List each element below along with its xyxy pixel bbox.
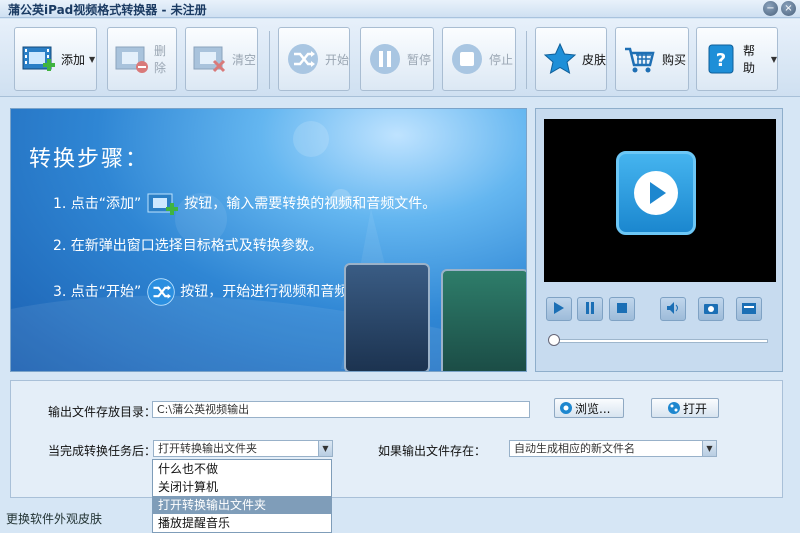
pause-icon	[584, 301, 596, 318]
start-label: 开始	[325, 52, 350, 67]
file-exists-label: 如果输出文件存在：	[378, 444, 487, 458]
buy-button[interactable]: 购买	[615, 27, 689, 91]
delete-button[interactable]: 删除	[107, 27, 177, 91]
delete-label: 删除	[154, 44, 167, 75]
film-remove-icon	[114, 41, 150, 77]
shuffle-icon	[146, 277, 176, 307]
toolbar-separator	[269, 31, 270, 89]
browse-label: 浏览...	[575, 401, 611, 416]
seek-slider-handle[interactable]	[548, 334, 560, 346]
pause-icon	[367, 41, 403, 77]
file-exists-select[interactable]: 自动生成相应的新文件名 ▼	[509, 440, 717, 457]
video-preview-panel	[535, 108, 783, 372]
shuffle-icon	[285, 41, 321, 77]
start-button[interactable]: 开始	[278, 27, 350, 91]
after-task-select[interactable]: 打开转换输出文件夹 ▼	[153, 440, 333, 457]
status-bar: 更换软件外观皮肤	[0, 506, 800, 533]
tablet-image	[441, 269, 526, 371]
clear-button[interactable]: 清空	[185, 27, 258, 91]
pause-button[interactable]: 暂停	[360, 27, 434, 91]
clear-label: 清空	[232, 52, 257, 67]
after-task-label: 当完成转换任务后：	[48, 444, 157, 458]
file-exists-value: 自动生成相应的新文件名	[514, 442, 635, 455]
steps-heading: 转换步骤：	[29, 147, 150, 172]
stop-button[interactable]	[609, 297, 635, 321]
add-button[interactable]: 添加 ▼	[14, 27, 97, 91]
pause-button[interactable]	[577, 297, 603, 321]
steps-banner: 转换步骤： 1. 点击“添加” 按钮，输入需要转换的视频和音频文件。 2. 在新…	[10, 108, 527, 372]
film-add-icon	[146, 191, 180, 217]
output-dir-field[interactable]: C:\蒲公英视频输出	[152, 401, 530, 418]
camera-icon	[703, 301, 719, 318]
buy-label: 购买	[662, 52, 687, 67]
pause-label: 暂停	[407, 52, 432, 67]
open-button[interactable]: 打开	[651, 398, 719, 418]
help-button[interactable]: ? 帮助 ▼	[696, 27, 778, 91]
play-large-icon[interactable]	[616, 151, 696, 235]
help-icon: ?	[703, 41, 739, 77]
dropdown-option[interactable]: 关闭计算机	[153, 478, 331, 496]
film-add-icon	[21, 41, 57, 77]
chevron-down-icon[interactable]: ▼	[318, 441, 332, 456]
settings-panel: 输出文件存放目录： C:\蒲公英视频输出 浏览... 打开 当完成转换任务后： …	[10, 380, 783, 498]
window-title: 蒲公英iPad视频格式转换器 - 未注册	[8, 3, 207, 17]
svg-text:?: ?	[716, 50, 726, 71]
folder-icon	[741, 301, 757, 318]
skin-label: 皮肤	[582, 52, 607, 67]
help-label: 帮助	[743, 44, 756, 75]
play-button[interactable]	[546, 297, 572, 321]
film-reel-icon	[667, 401, 681, 415]
open-label: 打开	[682, 401, 707, 416]
add-label: 添加	[61, 52, 86, 67]
output-dir-label: 输出文件存放目录：	[48, 405, 157, 419]
step-2: 2. 在新弹出窗口选择目标格式及转换参数。	[53, 238, 323, 254]
after-task-value: 打开转换输出文件夹	[158, 442, 257, 455]
stop-button[interactable]: 停止	[442, 27, 516, 91]
skin-button[interactable]: 皮肤	[535, 27, 607, 91]
step-1-prefix: 1. 点击“添加”	[53, 196, 142, 212]
minimize-button[interactable]: −	[763, 1, 778, 16]
cart-icon	[622, 41, 658, 77]
play-icon	[553, 301, 565, 318]
browse-icon	[559, 401, 573, 415]
browse-button[interactable]: 浏览...	[554, 398, 624, 418]
toolbar: 添加 ▼ 删除 清空 开始 暂停 停止 皮肤 购买 ? 帮助 ▼	[0, 19, 800, 97]
after-task-dropdown: 什么也不做 关闭计算机 打开转换输出文件夹 播放提醒音乐	[152, 459, 332, 533]
film-clear-icon	[192, 41, 228, 77]
close-button[interactable]: ×	[781, 1, 796, 16]
title-bar: 蒲公英iPad视频格式转换器 - 未注册 − ×	[0, 0, 800, 18]
video-screen	[544, 119, 776, 282]
tablet-image	[344, 263, 430, 371]
step-3-prefix: 3. 点击“开始”	[53, 284, 142, 300]
toolbar-separator	[526, 31, 527, 89]
dropdown-option-selected[interactable]: 打开转换输出文件夹	[153, 496, 331, 514]
stop-icon	[449, 41, 485, 77]
stop-icon	[616, 301, 628, 318]
volume-button[interactable]	[660, 297, 686, 321]
status-text: 更换软件外观皮肤	[6, 512, 103, 526]
stop-label: 停止	[489, 52, 514, 67]
chevron-down-icon: ▼	[770, 54, 777, 64]
step-1-suffix: 按钮，输入需要转换的视频和音频文件。	[184, 196, 437, 212]
step-1: 1. 点击“添加” 按钮，输入需要转换的视频和音频文件。	[53, 191, 436, 217]
dropdown-option[interactable]: 什么也不做	[153, 460, 331, 478]
seek-slider[interactable]	[552, 339, 768, 343]
folder-button[interactable]	[736, 297, 762, 321]
dropdown-option[interactable]: 播放提醒音乐	[153, 514, 331, 532]
speaker-icon	[666, 301, 680, 318]
chevron-down-icon[interactable]: ▼	[702, 441, 716, 456]
star-icon	[542, 41, 578, 77]
chevron-down-icon: ▼	[89, 54, 96, 64]
snapshot-button[interactable]	[698, 297, 724, 321]
